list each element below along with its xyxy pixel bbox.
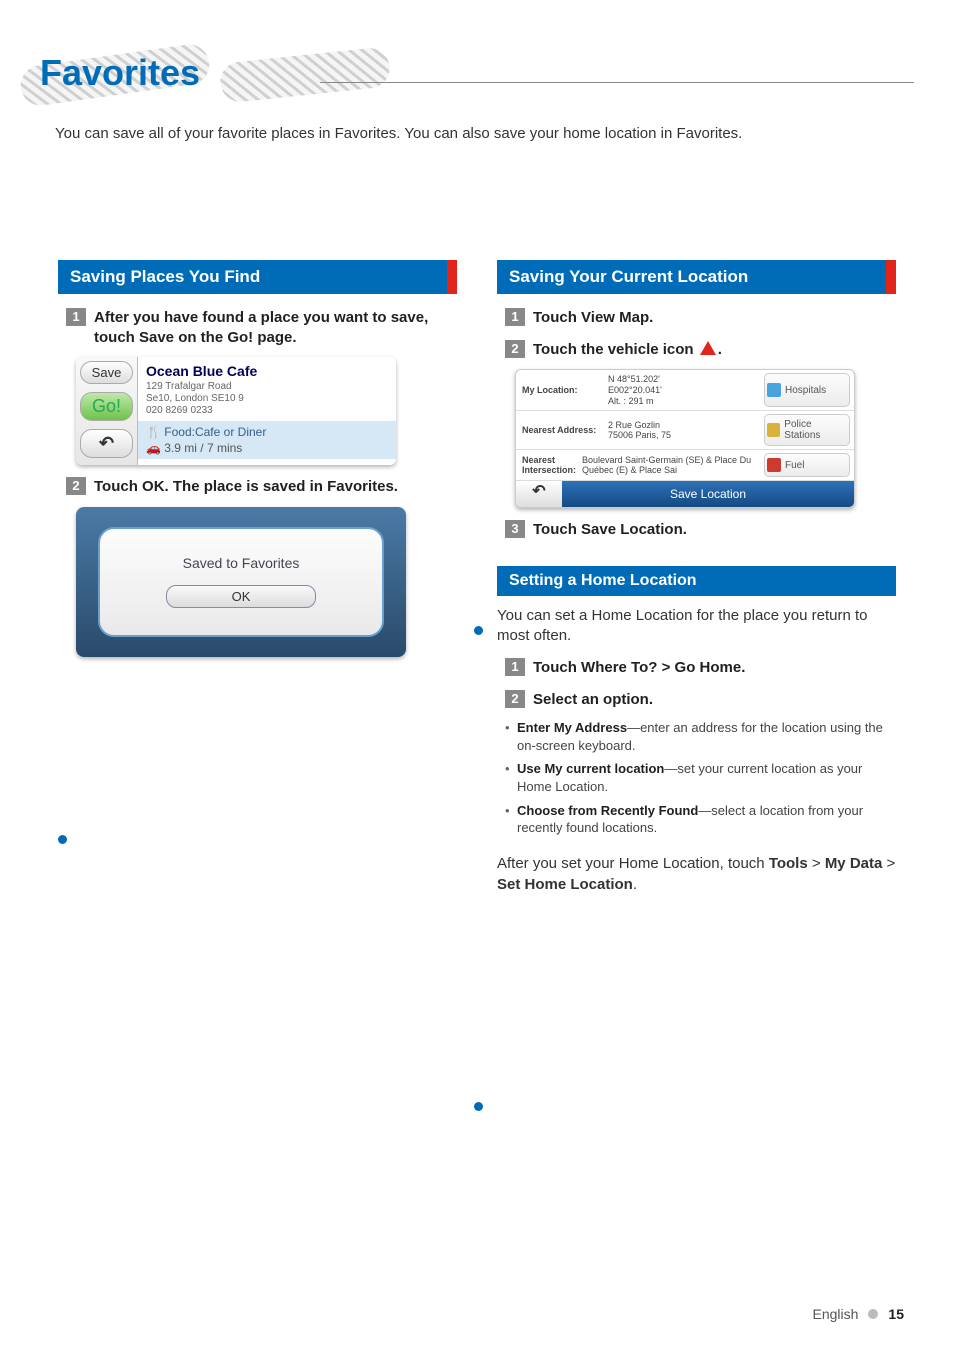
poi-label: Police Stations [784,419,847,441]
place-category-band: 🍴 Food:Cafe or Diner 🚗 3.9 mi / 7 mins [138,421,396,459]
segment-dot [474,626,483,635]
home-option: Enter My Address—enter an address for th… [505,719,896,754]
step-number: 2 [505,690,525,708]
footer-dot-icon [868,1309,878,1319]
location-label: Nearest Address: [522,425,602,435]
home-step-1: 1 Touch Where To? > Go Home. [505,658,896,678]
save-button[interactable]: Save [80,361,133,384]
step-number: 1 [505,658,525,676]
saved-message: Saved to Favorites [183,555,300,571]
poi-icon [767,383,781,397]
home-intro: You can set a Home Location for the plac… [497,606,896,647]
right-step-2: 2 Touch the vehicle icon . [505,340,896,360]
location-row: My Location: N 48°51.202'E002°20.041'Alt.… [516,370,854,411]
home-after-text: After you set your Home Location, touch … [497,853,896,895]
step-text: Touch Where To? > Go Home. [533,658,745,678]
location-value: N 48°51.202'E002°20.041'Alt. : 291 m [608,374,662,406]
go-button[interactable]: Go! [80,392,133,421]
place-address: 129 Trafalgar Road Se10, London SE10 9 0… [146,381,388,417]
section-home-location: Setting a Home Location [497,566,896,596]
poi-icon [767,458,781,472]
step-number: 1 [505,308,525,326]
step-number: 2 [66,477,86,495]
saved-favorites-screenshot: Saved to Favorites OK [76,507,406,657]
footer-language: English [813,1306,859,1322]
my-location-screenshot: My Location: N 48°51.202'E002°20.041'Alt.… [515,369,855,508]
section-saving-current: Saving Your Current Location [497,260,896,294]
title-rule [320,82,914,83]
option-name: Choose from Recently Found [517,803,698,818]
back-button[interactable]: ↶ [516,481,562,507]
step-number: 2 [505,340,525,358]
step-text: Select an option. [533,690,653,710]
location-row: Nearest Address: 2 Rue Gozlin75006 Paris,… [516,411,854,450]
segment-dot [58,835,67,844]
step-text: Touch Save Location. [533,520,687,540]
back-button[interactable]: ↶ [80,429,133,458]
poi-button[interactable]: Police Stations [764,414,850,446]
poi-button[interactable]: Fuel [764,453,850,477]
step-text: Touch OK. The place is saved in Favorite… [94,477,398,497]
left-column: Saving Places You Find 1 After you have … [58,260,457,895]
location-label: Nearest Intersection: [522,455,576,475]
step-number: 1 [66,308,86,326]
location-value: Boulevard Saint-Germain (SE) & Place Du … [582,455,754,477]
right-column: Saving Your Current Location 1 Touch Vie… [497,260,896,895]
step-number: 3 [505,520,525,538]
right-step-3: 3 Touch Save Location. [505,520,896,540]
location-value: 2 Rue Gozlin75006 Paris, 75 [608,420,671,442]
poi-label: Hospitals [785,385,826,396]
page-title: Favorites [40,52,200,94]
footer-page-number: 15 [888,1306,904,1322]
saved-dialog: Saved to Favorites OK [98,527,384,637]
ok-button[interactable]: OK [166,585,316,608]
location-label: My Location: [522,385,602,395]
home-options-list: Enter My Address—enter an address for th… [505,719,896,836]
option-name: Use My current location [517,761,664,776]
left-step-1: 1 After you have found a place you want … [66,308,457,347]
save-location-button[interactable]: Save Location [562,481,854,507]
poi-button[interactable]: Hospitals [764,373,850,407]
intro-text: You can save all of your favorite places… [55,125,874,142]
vehicle-icon [700,341,716,355]
step-text: Touch the vehicle icon . [533,340,722,360]
poi-label: Fuel [785,460,804,471]
place-title: Ocean Blue Cafe [146,363,388,379]
segment-dot [474,1102,483,1111]
step-text: After you have found a place you want to… [94,308,457,347]
page-footer: English 15 [813,1306,905,1322]
left-step-2: 2 Touch OK. The place is saved in Favori… [66,477,457,497]
home-option: Use My current location—set your current… [505,760,896,795]
home-option: Choose from Recently Found—select a loca… [505,802,896,837]
location-row: Nearest Intersection: Boulevard Saint-Ger… [516,450,854,481]
go-page-screenshot: Save Go! ↶ Ocean Blue Cafe 129 Trafalgar… [76,357,396,465]
home-step-2: 2 Select an option. [505,690,896,710]
step-text: Touch View Map. [533,308,653,328]
section-saving-places: Saving Places You Find [58,260,457,294]
decorative-ribbon [218,46,391,104]
right-step-1: 1 Touch View Map. [505,308,896,328]
poi-icon [767,423,780,437]
option-name: Enter My Address [517,720,627,735]
